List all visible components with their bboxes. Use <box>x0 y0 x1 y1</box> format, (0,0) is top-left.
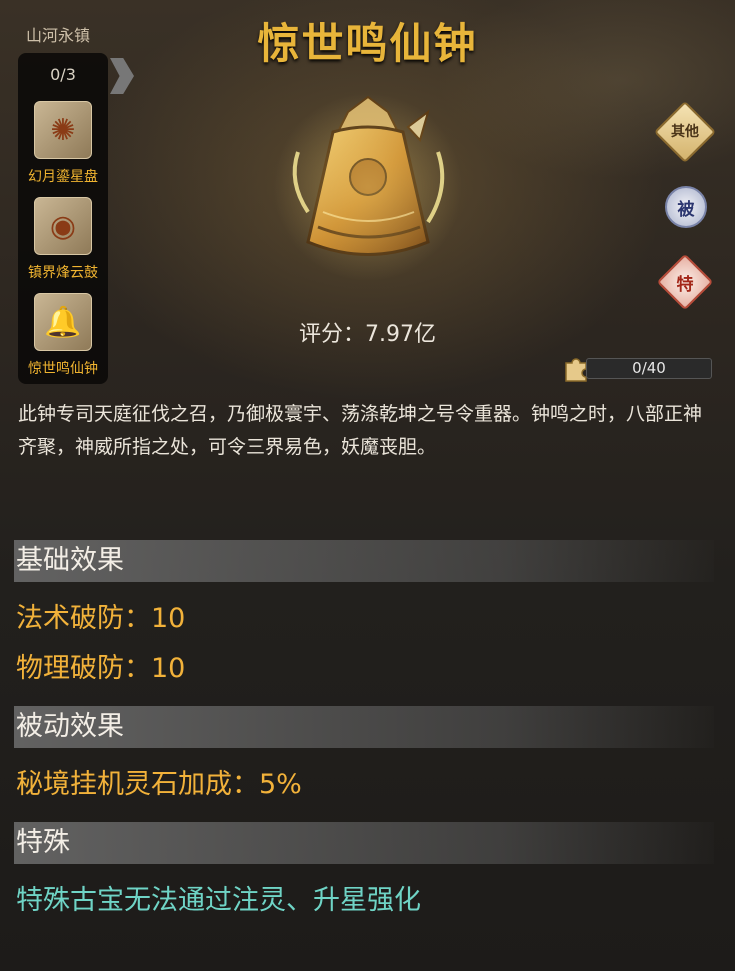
page-title: 惊世鸣仙钟 <box>257 19 478 68</box>
item-description: 此钟专司天庭征伐之召，乃御极寰宇、荡涤乾坤之号令重器。钟鸣之时，八部正神齐聚，神… <box>18 403 703 458</box>
passive-tab-button[interactable]: 被 <box>665 186 707 228</box>
fragment-progress: 0/40 <box>562 350 712 384</box>
set-item-label: 幻月鎏星盘 <box>28 169 98 185</box>
section-header-base: 基础效果 <box>14 540 714 582</box>
special-note: 特殊古宝无法通过注灵、升星强化 <box>16 885 421 916</box>
bell-artifact-image <box>268 82 468 292</box>
fragment-count: 0/40 <box>632 359 666 377</box>
set-item-label: 镇界烽云鼓 <box>28 265 98 281</box>
passive-stat: 秘境挂机灵石加成：5% <box>16 769 302 800</box>
set-item-label: 惊世鸣仙钟 <box>28 361 98 377</box>
set-item-2[interactable]: ◉ 镇界烽云鼓 <box>18 197 108 282</box>
drum-icon: ◉ <box>34 197 92 255</box>
score-text: 评分：7.97亿 <box>299 322 436 347</box>
section-header-special: 特殊 <box>14 822 714 864</box>
other-tab-label: 其他 <box>671 124 699 140</box>
fragment-bar: 0/40 <box>586 358 712 379</box>
set-item-1[interactable]: ✺ 幻月鎏星盘 <box>18 101 108 186</box>
set-count: 0/3 <box>50 65 76 84</box>
base-stat-magic-pierce: 法术破防：10 <box>16 603 186 634</box>
fire-disk-icon: ✺ <box>34 101 92 159</box>
base-stat-physical-pierce: 物理破防：10 <box>16 653 186 684</box>
passive-tab-label: 被 <box>677 199 695 220</box>
series-name: 山河永镇 <box>26 26 91 45</box>
section-header-passive: 被动效果 <box>14 706 714 748</box>
special-tab-label: 特 <box>676 274 694 295</box>
